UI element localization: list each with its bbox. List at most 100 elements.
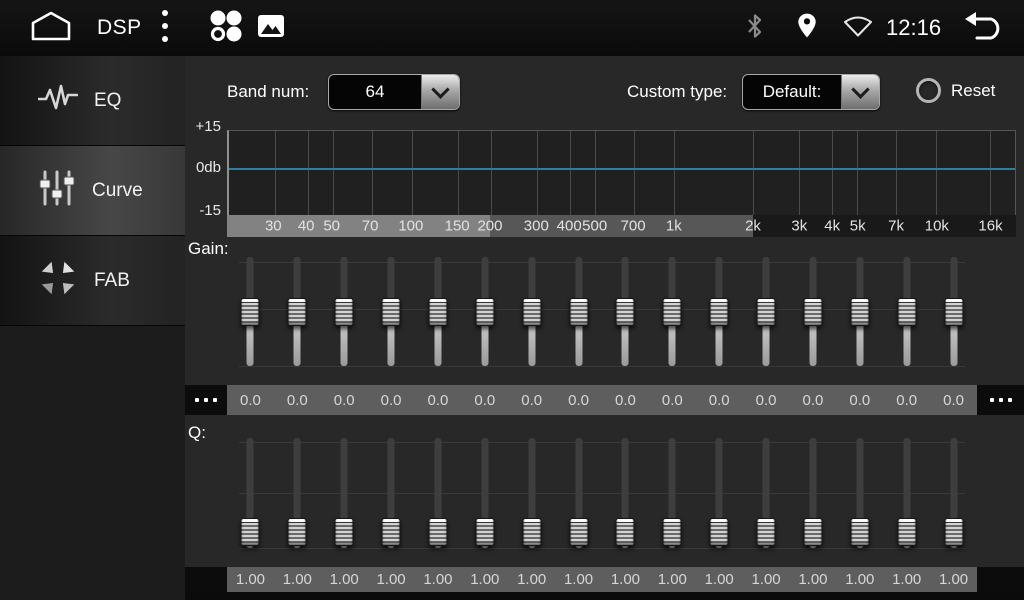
- band-num-dropdown-button[interactable]: [421, 75, 459, 109]
- gain-slider-thumb[interactable]: [897, 298, 916, 326]
- q-slider[interactable]: [602, 438, 649, 548]
- q-slider-thumb[interactable]: [944, 518, 963, 546]
- q-slider[interactable]: [696, 438, 743, 548]
- gain-value: 0.0: [508, 392, 555, 409]
- apps-button[interactable]: [208, 0, 244, 56]
- gain-slider[interactable]: [274, 257, 321, 366]
- gain-slider-thumb[interactable]: [944, 298, 963, 326]
- status-bar: DSP: [0, 0, 1024, 56]
- q-slider-thumb[interactable]: [335, 518, 354, 546]
- gain-slider-thumb[interactable]: [241, 298, 260, 326]
- q-slider-thumb[interactable]: [616, 518, 635, 546]
- sidebar-item-label: Curve: [92, 180, 143, 202]
- q-slider[interactable]: [368, 438, 415, 548]
- gain-slider[interactable]: [790, 257, 837, 366]
- freq-tick-label: 4k: [824, 218, 840, 235]
- gain-slider-thumb[interactable]: [616, 298, 635, 326]
- reset-button[interactable]: Reset: [916, 78, 995, 103]
- reference-line: [239, 366, 965, 367]
- menu-button[interactable]: [160, 0, 170, 56]
- gain-slider-thumb[interactable]: [382, 298, 401, 326]
- q-slider-thumb[interactable]: [803, 518, 822, 546]
- q-slider[interactable]: [274, 438, 321, 548]
- q-slider-thumb[interactable]: [569, 518, 588, 546]
- gain-slider[interactable]: [649, 257, 696, 366]
- q-slider[interactable]: [508, 438, 555, 548]
- clock: 12:16: [886, 0, 941, 56]
- gain-slider-thumb[interactable]: [850, 298, 869, 326]
- gain-slider[interactable]: [930, 257, 977, 366]
- q-slider-thumb[interactable]: [428, 518, 447, 546]
- q-slider[interactable]: [649, 438, 696, 548]
- home-button[interactable]: [28, 0, 74, 56]
- gain-slider[interactable]: [321, 257, 368, 366]
- gain-slider[interactable]: [461, 257, 508, 366]
- dot: [990, 398, 994, 402]
- gain-slider-thumb[interactable]: [710, 298, 729, 326]
- q-slider-thumb[interactable]: [382, 518, 401, 546]
- gain-slider-thumb[interactable]: [569, 298, 588, 326]
- q-slider-thumb[interactable]: [288, 518, 307, 546]
- gain-slider-thumb[interactable]: [803, 298, 822, 326]
- gain-slider-thumb[interactable]: [428, 298, 447, 326]
- gridline: [372, 131, 373, 215]
- q-slider[interactable]: [930, 438, 977, 548]
- band-num-dropdown[interactable]: 64: [328, 74, 460, 110]
- q-slider-thumb[interactable]: [897, 518, 916, 546]
- fader-sliders-icon: [38, 169, 76, 212]
- gain-value: 0.0: [696, 392, 743, 409]
- gridline: [308, 131, 309, 215]
- gain-slider-thumb[interactable]: [757, 298, 776, 326]
- gain-slider-thumb[interactable]: [663, 298, 682, 326]
- q-slider-thumb[interactable]: [757, 518, 776, 546]
- gain-slider[interactable]: [555, 257, 602, 366]
- gain-slider[interactable]: [602, 257, 649, 366]
- q-slider[interactable]: [836, 438, 883, 548]
- q-slider[interactable]: [555, 438, 602, 548]
- gain-slider-thumb[interactable]: [288, 298, 307, 326]
- gallery-button[interactable]: [258, 0, 284, 56]
- q-scroll-right-button[interactable]: [977, 567, 1024, 592]
- gain-slider[interactable]: [836, 257, 883, 366]
- gain-slider[interactable]: [883, 257, 930, 366]
- reset-radio-icon[interactable]: [916, 78, 941, 103]
- gain-slider[interactable]: [368, 257, 415, 366]
- gain-slider[interactable]: [415, 257, 462, 366]
- gain-scroll-right-button[interactable]: [977, 385, 1024, 415]
- gain-slider[interactable]: [696, 257, 743, 366]
- q-slider-thumb[interactable]: [241, 518, 260, 546]
- q-slider[interactable]: [790, 438, 837, 548]
- sidebar-item-fab[interactable]: FAB: [0, 236, 185, 326]
- gridline: [537, 131, 538, 215]
- gain-slider-thumb[interactable]: [522, 298, 541, 326]
- q-slider-thumb[interactable]: [522, 518, 541, 546]
- gain-slider-thumb[interactable]: [475, 298, 494, 326]
- band-num-value: 64: [329, 75, 421, 109]
- q-slider-thumb[interactable]: [850, 518, 869, 546]
- gain-slider-thumb[interactable]: [335, 298, 354, 326]
- gain-section-label: Gain:: [188, 239, 229, 259]
- q-slider[interactable]: [321, 438, 368, 548]
- q-slider-thumb[interactable]: [663, 518, 682, 546]
- q-slider[interactable]: [743, 438, 790, 548]
- q-slider[interactable]: [415, 438, 462, 548]
- gain-slider[interactable]: [743, 257, 790, 366]
- q-slider-thumb[interactable]: [710, 518, 729, 546]
- gridline: [595, 131, 596, 215]
- q-slider[interactable]: [883, 438, 930, 548]
- q-value: 1.00: [555, 571, 602, 588]
- back-button[interactable]: [962, 0, 1006, 56]
- custom-type-dropdown-button[interactable]: [841, 75, 879, 109]
- sidebar-item-eq[interactable]: EQ: [0, 56, 185, 146]
- q-slider[interactable]: [227, 438, 274, 548]
- bluetooth-status: [744, 0, 766, 56]
- custom-type-dropdown[interactable]: Default:: [742, 74, 880, 110]
- q-value: 1.00: [649, 571, 696, 588]
- q-scroll-left-button[interactable]: [185, 567, 227, 592]
- gain-slider[interactable]: [508, 257, 555, 366]
- gain-scroll-left-button[interactable]: [185, 385, 227, 415]
- sidebar-item-curve[interactable]: Curve: [0, 146, 185, 236]
- q-slider[interactable]: [461, 438, 508, 548]
- gain-slider[interactable]: [227, 257, 274, 366]
- q-slider-thumb[interactable]: [475, 518, 494, 546]
